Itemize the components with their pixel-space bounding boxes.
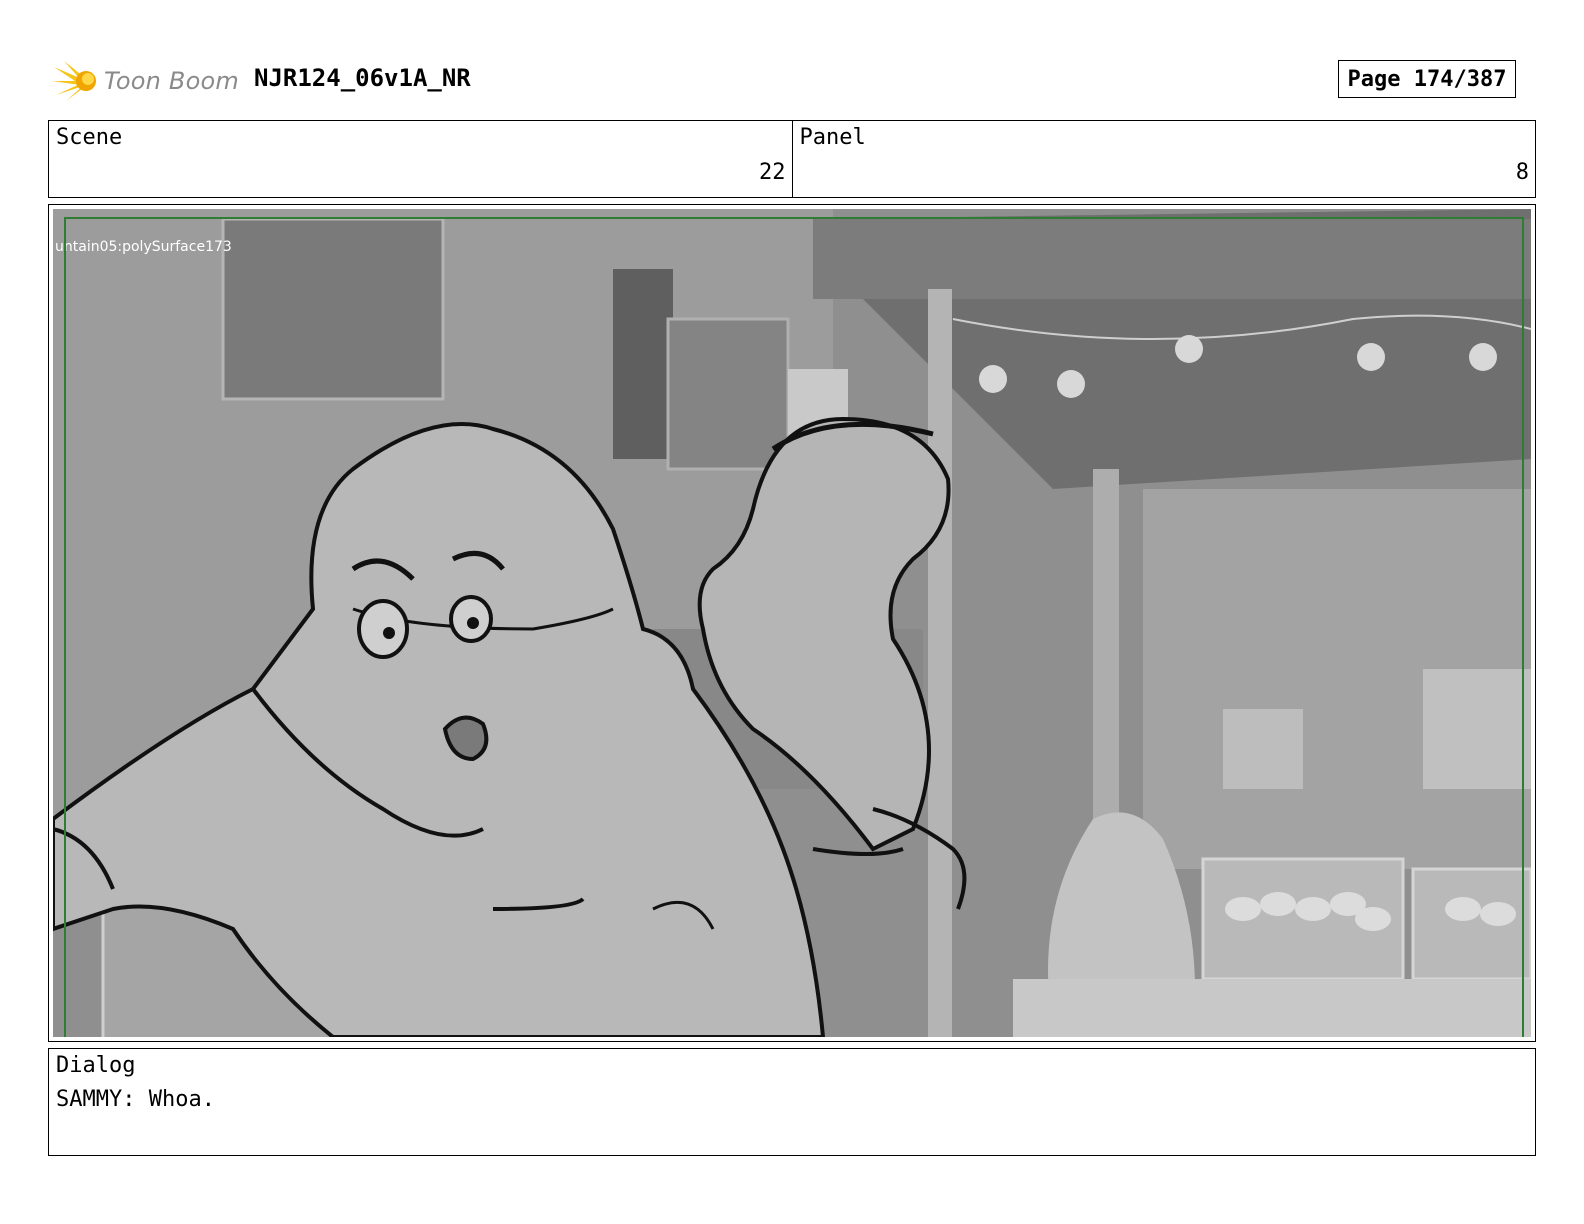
scene-cell: Scene 22: [49, 121, 792, 197]
storyboard-sketch: [53, 209, 1531, 1037]
scene-panel-row: Scene 22 Panel 8: [48, 120, 1536, 198]
storyboard-frame: untain05:polySurface173: [48, 204, 1536, 1042]
page-header: Toon Boom NJR124_06v1A_NR Page 174/387: [52, 56, 1532, 106]
logo-text: Toon Boom: [104, 67, 239, 95]
storyboard-artwork: untain05:polySurface173: [53, 209, 1531, 1037]
dialog-label: Dialog: [56, 1053, 136, 1078]
scene-label: Scene: [56, 125, 123, 150]
dialog-text: SAMMY: Whoa.: [56, 1087, 215, 1112]
viewport-overlay-label: untain05:polySurface173: [55, 239, 232, 255]
starburst-logo-icon: [52, 61, 96, 101]
panel-number: 8: [1515, 160, 1529, 185]
page-indicator: Page 174/387: [1338, 60, 1516, 98]
scene-number: 22: [759, 160, 786, 185]
document-title: NJR124_06v1A_NR: [254, 64, 471, 92]
panel-cell: Panel 8: [791, 121, 1536, 197]
toon-boom-logo: Toon Boom: [52, 56, 239, 106]
panel-label: Panel: [799, 125, 866, 150]
dialog-box: Dialog SAMMY: Whoa.: [48, 1048, 1536, 1156]
